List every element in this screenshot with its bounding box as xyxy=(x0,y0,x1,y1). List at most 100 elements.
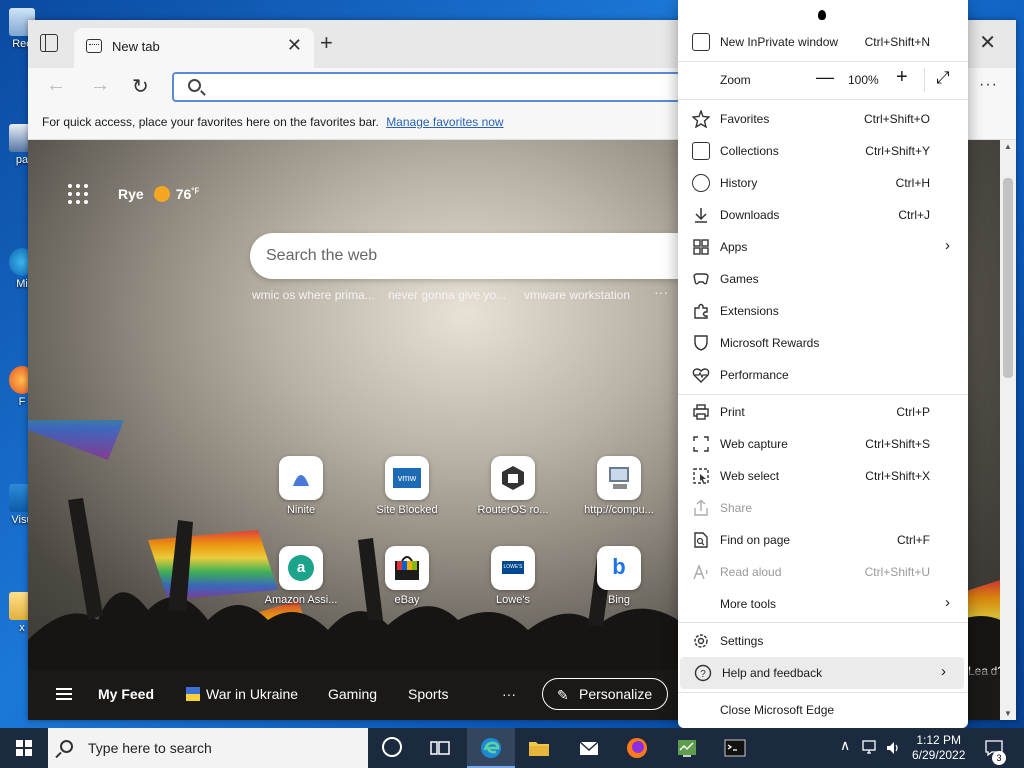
manage-favorites-link[interactable]: Manage favorites now xyxy=(386,115,503,129)
trending-more-button[interactable]: ··· xyxy=(654,284,668,300)
favorites-icon xyxy=(691,108,711,129)
mail-icon[interactable] xyxy=(577,736,601,760)
web-select-icon xyxy=(692,467,710,485)
amazon-assistant-icon: a xyxy=(279,546,323,590)
menu-more-tools[interactable]: More tools › xyxy=(678,588,968,620)
weather-widget[interactable]: Rye 76°F xyxy=(118,186,199,202)
feed-more-button[interactable]: ··· xyxy=(502,686,516,702)
pencil-icon: ✎ xyxy=(557,687,569,703)
task-view-icon[interactable] xyxy=(428,736,452,760)
menu-extensions[interactable]: Extensions xyxy=(678,295,968,327)
vmware-icon: vmw xyxy=(385,456,429,500)
show-hidden-icons[interactable]: ∧ xyxy=(840,738,850,753)
menu-performance[interactable]: Performance xyxy=(678,359,968,391)
gear-icon xyxy=(692,632,710,650)
search-icon xyxy=(188,79,201,92)
page-scrollbar[interactable]: ▲ ▼ xyxy=(1000,140,1016,720)
trending-search-2[interactable]: never gonna give yo... xyxy=(388,288,506,302)
menu-web-capture[interactable]: Web capture Ctrl+Shift+S xyxy=(678,428,968,460)
firefox-icon[interactable] xyxy=(625,736,649,760)
trending-search-3[interactable]: vmware workstation xyxy=(524,288,630,302)
zoom-out-button[interactable]: — xyxy=(816,67,834,88)
menu-help-and-feedback[interactable]: ? Help and feedback › xyxy=(680,657,964,689)
tab-new-tab[interactable]: New tab ✕ xyxy=(74,28,314,68)
quick-link-site-blocked[interactable]: vmw Site Blocked xyxy=(362,456,452,516)
fullscreen-icon[interactable]: ⤢ xyxy=(936,68,950,88)
quick-link-bing[interactable]: b Bing xyxy=(574,546,664,606)
menu-games[interactable]: Games xyxy=(678,263,968,295)
taskbar-search-box[interactable]: Type here to search xyxy=(48,728,368,768)
menu-downloads[interactable]: Downloads Ctrl+J xyxy=(678,199,968,231)
menu-collections[interactable]: Collections Ctrl+Shift+Y xyxy=(678,135,968,167)
tab-actions-icon[interactable] xyxy=(40,34,58,52)
quick-link-computer[interactable]: http://compu... xyxy=(574,456,664,516)
menu-web-select[interactable]: Web select Ctrl+Shift+X xyxy=(678,460,968,492)
menu-icon[interactable] xyxy=(56,688,72,700)
new-tab-button[interactable]: + xyxy=(320,30,333,56)
forward-button[interactable]: → xyxy=(90,74,110,97)
menu-print[interactable]: Print Ctrl+P xyxy=(678,396,968,428)
address-bar[interactable] xyxy=(172,72,692,102)
zoom-in-button[interactable]: + xyxy=(896,66,908,89)
downloads-icon xyxy=(692,206,710,224)
cortana-icon[interactable] xyxy=(382,737,402,757)
print-icon xyxy=(692,403,710,421)
bing-icon: b xyxy=(597,546,641,590)
network-icon[interactable] xyxy=(860,738,880,758)
quick-link-ebay[interactable]: eBay xyxy=(362,546,452,606)
scrollbar-thumb[interactable] xyxy=(1003,178,1013,378)
tab-close-icon[interactable]: ✕ xyxy=(287,35,302,56)
menu-new-inprivate-window[interactable]: New InPrivate window Ctrl+Shift+N xyxy=(678,26,968,58)
menu-find-on-page[interactable]: Find on page Ctrl+F xyxy=(678,524,968,556)
ukraine-flag-icon xyxy=(186,687,200,701)
web-search-box[interactable]: Search the web xyxy=(250,233,710,279)
my-feed-tab[interactable]: My Feed xyxy=(98,686,154,702)
chevron-right-icon: › xyxy=(945,594,950,611)
settings-and-more-menu: New InPrivate window Ctrl+Shift+N Zoom —… xyxy=(678,0,968,728)
quick-link-routeros[interactable]: RouterOS ro... xyxy=(468,456,558,516)
gaming-tab[interactable]: Gaming xyxy=(328,686,377,702)
back-button[interactable]: ← xyxy=(46,74,66,97)
search-icon xyxy=(60,740,73,753)
menu-settings[interactable]: Settings xyxy=(678,625,968,657)
taskbar: Type here to search ∧ 1:12 PM 6/29/2022 … xyxy=(0,728,1024,768)
rewards-icon xyxy=(692,334,710,352)
command-prompt-icon[interactable] xyxy=(723,736,747,760)
war-in-ukraine-tab[interactable]: War in Ukraine xyxy=(186,686,298,702)
window-close-button[interactable]: ✕ xyxy=(979,30,996,55)
menu-microsoft-rewards[interactable]: Microsoft Rewards xyxy=(678,327,968,359)
task-manager-icon[interactable] xyxy=(675,736,699,760)
taskbar-search-placeholder: Type here to search xyxy=(88,740,212,756)
start-button[interactable] xyxy=(16,740,32,756)
scroll-down-icon[interactable]: ▼ xyxy=(1004,709,1012,718)
quick-link-lowes[interactable]: LOWE'S Lowe's xyxy=(468,546,558,606)
menu-close-microsoft-edge[interactable]: Close Microsoft Edge xyxy=(678,694,968,726)
menu-read-aloud: Read aloud Ctrl+Shift+U xyxy=(678,556,968,588)
clock[interactable]: 1:12 PM 6/29/2022 xyxy=(912,733,965,763)
scroll-up-icon[interactable]: ▲ xyxy=(1004,142,1012,151)
personalize-button[interactable]: ✎ Personalize xyxy=(542,678,668,710)
quick-link-ninite[interactable]: Ninite xyxy=(256,456,346,516)
collections-icon xyxy=(692,142,710,160)
help-icon: ? xyxy=(694,664,712,682)
menu-share: Share xyxy=(678,492,968,524)
performance-icon xyxy=(692,366,710,384)
menu-favorites[interactable]: Favorites Ctrl+Shift+O xyxy=(678,103,968,135)
menu-apps[interactable]: Apps › xyxy=(678,231,968,263)
ninite-icon xyxy=(279,456,323,500)
volume-icon[interactable] xyxy=(884,738,904,758)
svg-text:?: ? xyxy=(700,669,706,680)
edge-icon[interactable] xyxy=(479,736,503,760)
settings-and-more-button[interactable]: ··· xyxy=(979,76,998,94)
refresh-button[interactable]: ↻ xyxy=(132,74,149,99)
trending-search-1[interactable]: wmic os where prima... xyxy=(252,288,375,302)
clock-time: 1:12 PM xyxy=(916,733,962,747)
file-explorer-icon[interactable] xyxy=(527,736,551,760)
weather-temperature: 76 xyxy=(175,186,192,202)
quick-link-amazon-assistant[interactable]: a Amazon Assi... xyxy=(256,546,346,606)
extensions-icon xyxy=(692,302,710,320)
menu-history[interactable]: History Ctrl+H xyxy=(678,167,968,199)
notification-count-badge: 3 xyxy=(992,751,1006,765)
sports-tab[interactable]: Sports xyxy=(408,686,448,702)
apps-launcher-icon[interactable] xyxy=(68,184,90,206)
